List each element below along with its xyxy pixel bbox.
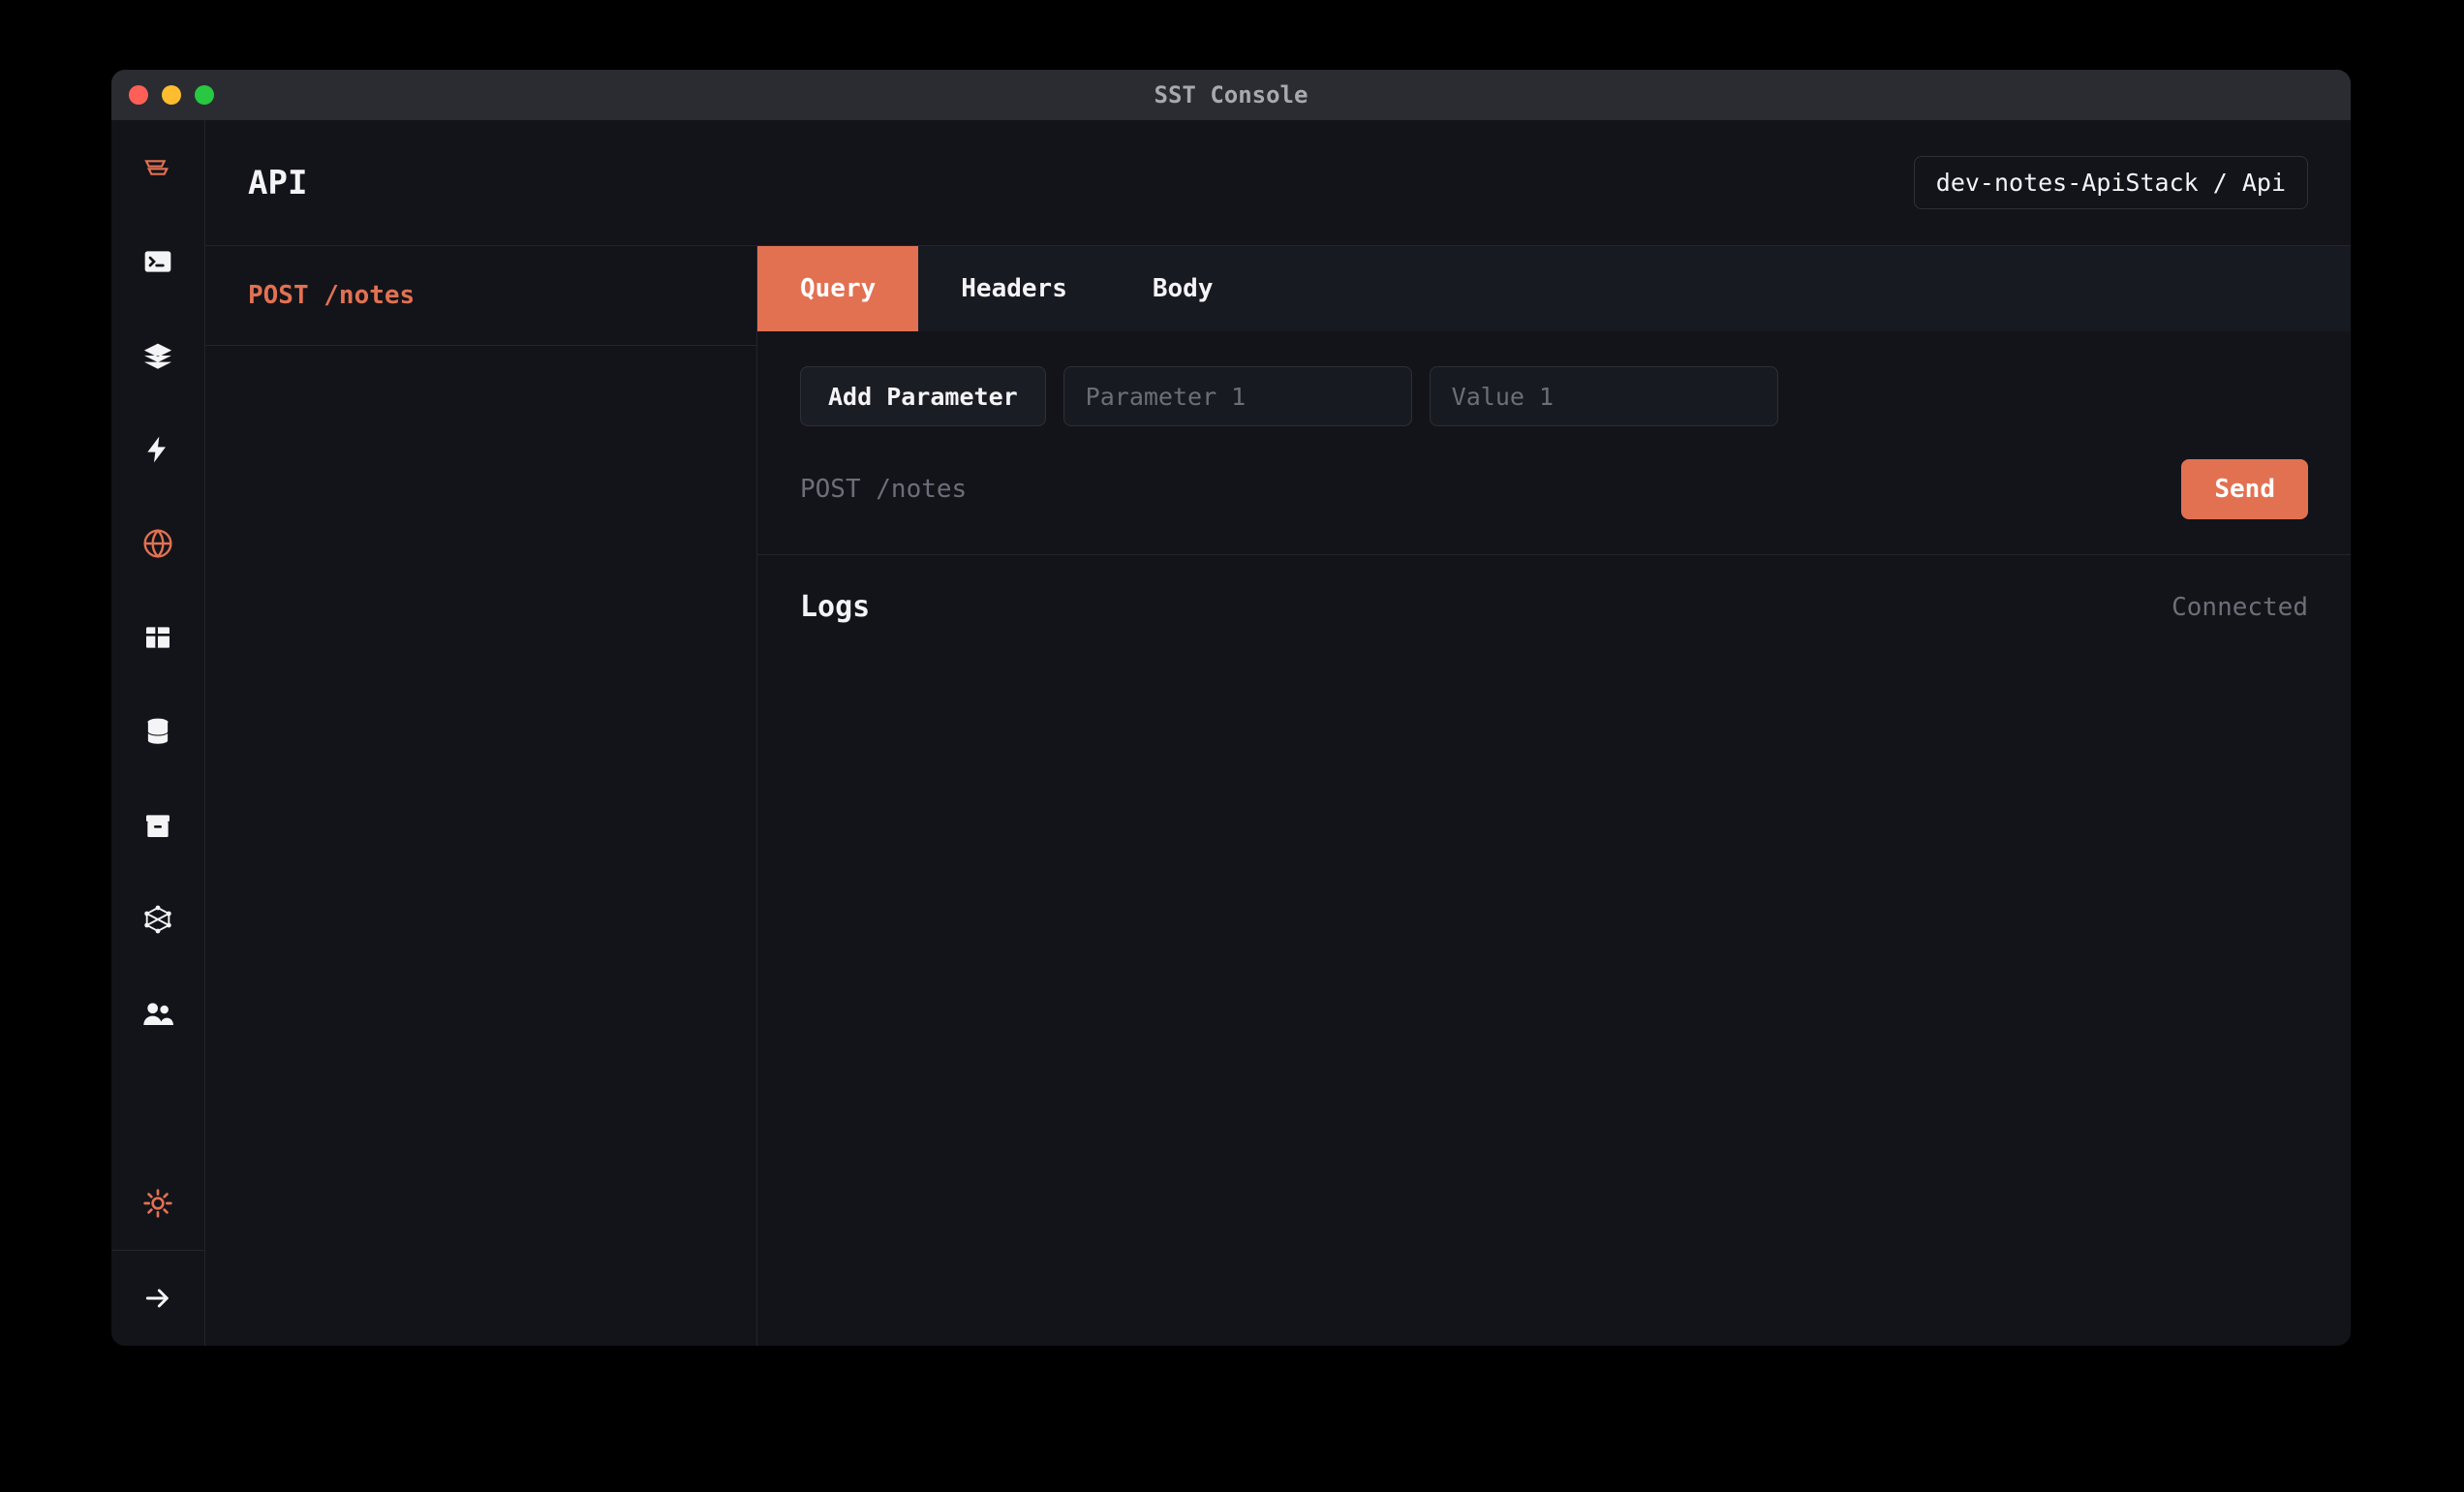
logo-icon[interactable] xyxy=(111,120,204,214)
rds-icon[interactable] xyxy=(111,684,204,778)
titlebar: SST Console xyxy=(111,70,2351,120)
theme-icon[interactable] xyxy=(111,1156,204,1250)
query-tab-body: Add Parameter POST /notes Send xyxy=(757,331,2351,554)
page-title: API xyxy=(248,164,307,202)
page-header: API dev-notes-ApiStack / Api xyxy=(205,120,2351,246)
stacks-icon[interactable] xyxy=(111,308,204,402)
parameter-value-input[interactable] xyxy=(1430,366,1778,426)
graphql-icon[interactable] xyxy=(111,872,204,966)
stack-selector[interactable]: dev-notes-ApiStack / Api xyxy=(1914,156,2308,209)
minimize-window-button[interactable] xyxy=(162,85,181,105)
route-item[interactable]: POST /notes xyxy=(205,246,756,346)
tab-body[interactable]: Body xyxy=(1110,246,1256,331)
sidebar xyxy=(111,120,205,1346)
functions-icon[interactable] xyxy=(111,402,204,496)
api-icon[interactable] xyxy=(111,496,204,590)
maximize-window-button[interactable] xyxy=(195,85,214,105)
window-title: SST Console xyxy=(111,81,2351,109)
request-tabs: QueryHeadersBody xyxy=(757,246,2351,331)
current-route-label: POST /notes xyxy=(800,475,967,504)
route-list: POST /notes xyxy=(205,246,757,1346)
logs-status: Connected xyxy=(2171,593,2308,622)
tab-headers[interactable]: Headers xyxy=(918,246,1110,331)
local-icon[interactable] xyxy=(111,214,204,308)
logs-section: Logs Connected xyxy=(757,554,2351,659)
expand-icon[interactable] xyxy=(111,1250,204,1346)
traffic-lights xyxy=(129,85,214,105)
tab-query[interactable]: Query xyxy=(757,246,918,331)
parameter-name-input[interactable] xyxy=(1063,366,1412,426)
add-parameter-button[interactable]: Add Parameter xyxy=(800,366,1046,426)
table-icon[interactable] xyxy=(111,590,204,684)
logs-title: Logs xyxy=(800,590,870,624)
buckets-icon[interactable] xyxy=(111,778,204,872)
cognito-icon[interactable] xyxy=(111,966,204,1060)
close-window-button[interactable] xyxy=(129,85,148,105)
send-button[interactable]: Send xyxy=(2181,459,2308,519)
app-window: SST Console API dev-notes-ApiStack / Api… xyxy=(111,70,2351,1346)
